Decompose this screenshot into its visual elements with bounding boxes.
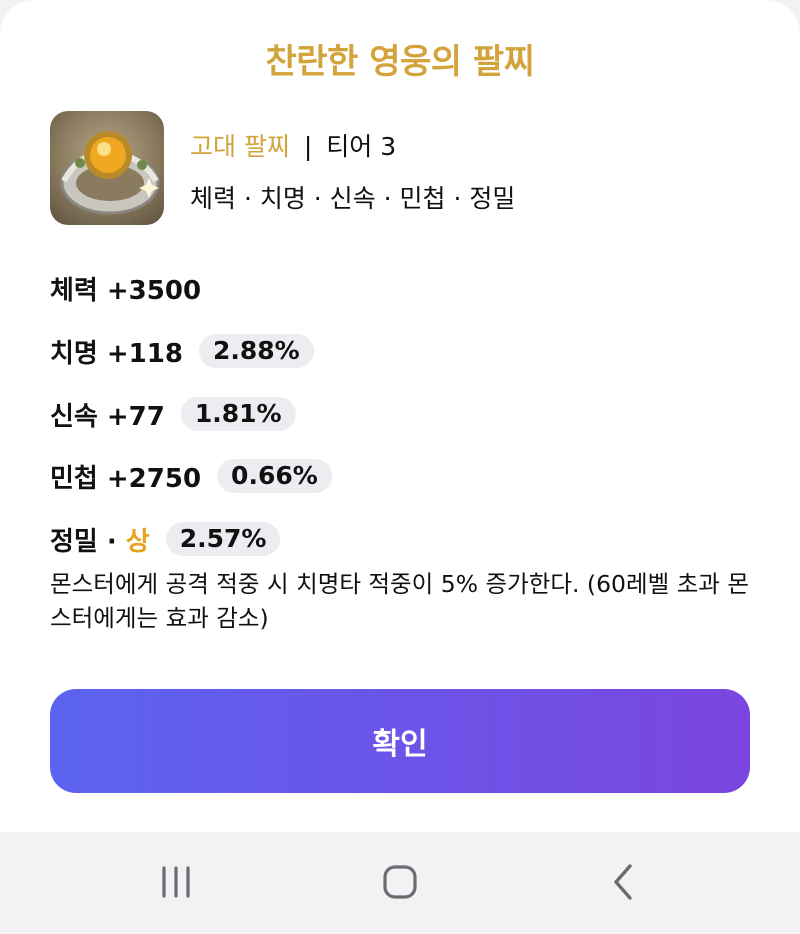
- stat-grade: 상: [125, 526, 150, 557]
- item-tier: 티어 3: [326, 132, 397, 161]
- stat-row-speed: 신속 +77 1.81%: [50, 397, 296, 432]
- stat-summary: 체력 · 치명 · 신속 · 민첩 · 정밀: [190, 184, 516, 213]
- stat-label: 민첩 +2750: [50, 463, 202, 494]
- effect-description: 몬스터에게 공격 적중 시 치명타 적중이 5% 증가한다. (60레벨 초과 …: [50, 570, 750, 632]
- item-type-tier: 고대 팔찌 | 티어 3: [190, 127, 396, 163]
- stat-percent-chip: 2.88%: [198, 334, 314, 368]
- back-icon[interactable]: [594, 852, 654, 912]
- stat-label: 체력 +3500: [50, 275, 202, 306]
- stat-row-precision: 정밀 · 상 2.57%: [50, 522, 281, 557]
- stat-row-agility: 민첩 +2750 0.66%: [50, 459, 332, 494]
- confirm-button[interactable]: 확인: [50, 689, 750, 793]
- item-detail-dialog: 찬란한 영웅의 팔찌 고대 팔찌 | 티어 3 체력 · 치명 · 신속 · 민…: [0, 0, 800, 832]
- recents-icon[interactable]: [146, 852, 206, 912]
- stat-row-vitality: 체력 +3500: [50, 271, 202, 306]
- stat-label: 치명 +118: [50, 338, 183, 369]
- type-tier-separator: |: [303, 132, 313, 161]
- home-icon[interactable]: [370, 852, 430, 912]
- item-title: 찬란한 영웅의 팔찌: [265, 42, 535, 82]
- stat-label: 정밀 ·: [50, 526, 126, 557]
- stat-row-crit: 치명 +118 2.88%: [50, 334, 314, 369]
- item-type: 고대 팔찌: [190, 132, 290, 161]
- confirm-label: 확인: [372, 727, 428, 762]
- bracelet-icon: [50, 111, 164, 225]
- stat-label: 신속 +77: [50, 401, 165, 432]
- system-navigation-bar: [0, 832, 800, 934]
- stat-percent-chip: 0.66%: [217, 459, 332, 493]
- stat-percent-chip: 1.81%: [180, 397, 296, 431]
- stat-percent-chip: 2.57%: [165, 522, 281, 556]
